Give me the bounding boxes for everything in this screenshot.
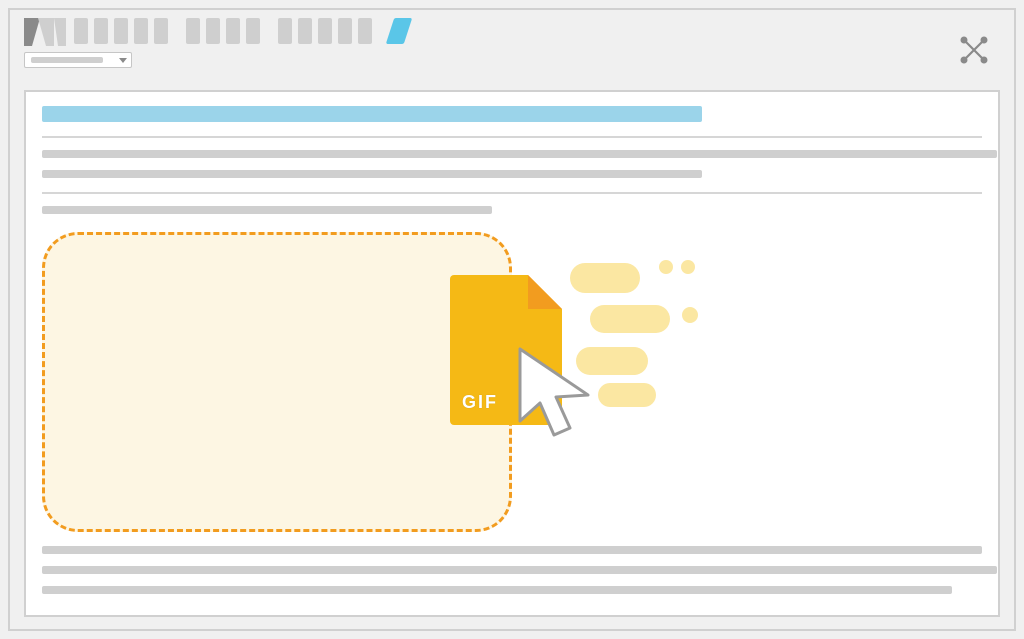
file-type-label: GIF [462,392,498,413]
text-line-placeholder [42,150,997,158]
font-style-dropdown[interactable] [24,52,132,68]
toolbar-sub-row [24,52,1000,68]
toolbar-main-row [24,18,1000,46]
toolbar-button[interactable] [358,18,372,44]
toolbar-button[interactable] [298,18,312,44]
toolbar-button[interactable] [246,18,260,44]
text-line-placeholder [42,586,952,594]
text-line-placeholder [42,170,702,178]
toolbar-button[interactable] [74,18,88,44]
bottom-text-block [42,546,982,594]
image-drop-zone[interactable]: GIF [42,232,512,532]
toolbar [10,10,1014,78]
toolbar-button[interactable] [114,18,128,44]
gif-file-icon[interactable]: GIF [450,275,562,425]
cursor-arrow-icon [510,343,610,453]
dropdown-value-placeholder [31,57,103,63]
app-logo-icon [24,18,66,46]
toolbar-active-indicator-icon [386,18,412,44]
toolbar-button[interactable] [318,18,332,44]
fullscreen-icon[interactable] [960,36,988,64]
divider [42,136,982,138]
toolbar-button[interactable] [186,18,200,44]
chevron-down-icon [119,58,127,63]
text-line-placeholder [42,206,492,214]
toolbar-button[interactable] [226,18,240,44]
motion-trail-icon [570,255,710,415]
text-line-placeholder [42,546,982,554]
document-canvas[interactable]: GIF [24,90,1000,617]
toolbar-button[interactable] [154,18,168,44]
toolbar-button[interactable] [94,18,108,44]
text-line-placeholder [42,566,997,574]
toolbar-button[interactable] [338,18,352,44]
page-title-placeholder [42,106,702,122]
divider [42,192,982,194]
toolbar-button[interactable] [278,18,292,44]
gif-file-drag-graphic: GIF [450,265,670,445]
toolbar-button[interactable] [206,18,220,44]
toolbar-button[interactable] [134,18,148,44]
window-frame: GIF [8,8,1016,631]
